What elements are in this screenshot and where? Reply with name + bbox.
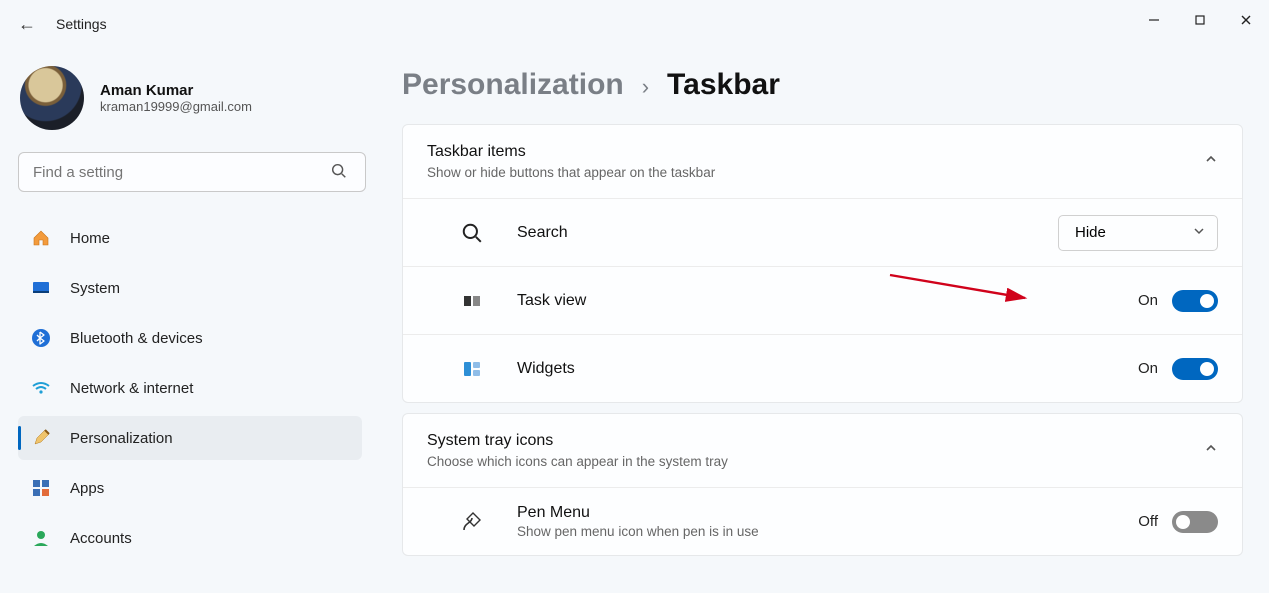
nav-system[interactable]: System xyxy=(18,266,362,310)
search-dropdown[interactable]: Hide xyxy=(1058,215,1218,251)
taskview-icon xyxy=(427,291,517,311)
dropdown-value: Hide xyxy=(1075,224,1106,241)
system-icon xyxy=(30,277,52,299)
nav-label: Bluetooth & devices xyxy=(70,330,203,347)
widgets-icon xyxy=(427,359,517,379)
row-label: Widgets xyxy=(517,360,1138,378)
row-pen-menu: Pen Menu Show pen menu icon when pen is … xyxy=(403,487,1242,555)
content: Personalization › Taskbar Taskbar items … xyxy=(380,48,1269,593)
breadcrumb: Personalization › Taskbar xyxy=(402,68,1243,102)
nav-apps[interactable]: Apps xyxy=(18,466,362,510)
row-subtitle: Show pen menu icon when pen is in use xyxy=(517,524,1138,539)
chevron-up-icon xyxy=(1204,441,1218,460)
row-search: Search Hide xyxy=(403,198,1242,266)
section-subtitle: Show or hide buttons that appear on the … xyxy=(427,165,715,180)
nav-label: Network & internet xyxy=(70,380,193,397)
search-input[interactable] xyxy=(18,152,366,192)
toggle-state: Off xyxy=(1138,513,1158,530)
row-widgets: Widgets On xyxy=(403,334,1242,402)
nav-network[interactable]: Network & internet xyxy=(18,366,362,410)
personalization-icon xyxy=(30,427,52,449)
close-button[interactable] xyxy=(1223,0,1269,40)
breadcrumb-current: Taskbar xyxy=(667,68,780,102)
user-email: kraman19999@gmail.com xyxy=(100,99,252,114)
nav-label: Apps xyxy=(70,480,104,497)
section-title: Taskbar items xyxy=(427,143,715,161)
nav-personalization[interactable]: Personalization xyxy=(18,416,362,460)
nav-home[interactable]: Home xyxy=(18,216,362,260)
taskbar-items-card: Taskbar items Show or hide buttons that … xyxy=(402,124,1243,403)
home-icon xyxy=(30,227,52,249)
back-button[interactable]: ← xyxy=(18,14,48,35)
nav-label: Home xyxy=(70,230,110,247)
sidebar: Aman Kumar kraman19999@gmail.com Home Sy… xyxy=(0,48,380,593)
section-subtitle: Choose which icons can appear in the sys… xyxy=(427,454,728,469)
maximize-button[interactable] xyxy=(1177,0,1223,40)
profile-block[interactable]: Aman Kumar kraman19999@gmail.com xyxy=(20,66,362,130)
minimize-button[interactable] xyxy=(1131,0,1177,40)
search-icon xyxy=(330,162,348,185)
row-taskview: Task view On xyxy=(403,266,1242,334)
nav-bluetooth[interactable]: Bluetooth & devices xyxy=(18,316,362,360)
widgets-toggle[interactable] xyxy=(1172,358,1218,380)
taskbar-items-header[interactable]: Taskbar items Show or hide buttons that … xyxy=(403,125,1242,198)
row-label: Pen Menu xyxy=(517,504,1138,522)
breadcrumb-parent[interactable]: Personalization xyxy=(402,68,624,102)
pen-menu-toggle[interactable] xyxy=(1172,511,1218,533)
chevron-right-icon: › xyxy=(642,74,649,100)
toggle-state: On xyxy=(1138,360,1158,377)
apps-icon xyxy=(30,477,52,499)
titlebar: ← Settings xyxy=(0,0,1269,48)
nav-accounts[interactable]: Accounts xyxy=(18,516,362,560)
section-title: System tray icons xyxy=(427,432,728,450)
window-title: Settings xyxy=(56,16,107,32)
system-tray-header[interactable]: System tray icons Choose which icons can… xyxy=(403,414,1242,487)
window-controls xyxy=(1131,0,1269,40)
user-name: Aman Kumar xyxy=(100,82,252,99)
row-label: Search xyxy=(517,224,1058,242)
chevron-up-icon xyxy=(1204,152,1218,171)
chevron-down-icon xyxy=(1193,224,1205,241)
nav-label: System xyxy=(70,280,120,297)
accounts-icon xyxy=(30,527,52,549)
nav-label: Accounts xyxy=(70,530,132,547)
wifi-icon xyxy=(30,377,52,399)
toggle-state: On xyxy=(1138,292,1158,309)
system-tray-card: System tray icons Choose which icons can… xyxy=(402,413,1243,556)
taskview-toggle[interactable] xyxy=(1172,290,1218,312)
pen-icon xyxy=(427,510,517,534)
avatar xyxy=(20,66,84,130)
bluetooth-icon xyxy=(30,327,52,349)
search-icon xyxy=(427,222,517,244)
nav-label: Personalization xyxy=(70,430,173,447)
row-label: Task view xyxy=(517,292,1138,310)
